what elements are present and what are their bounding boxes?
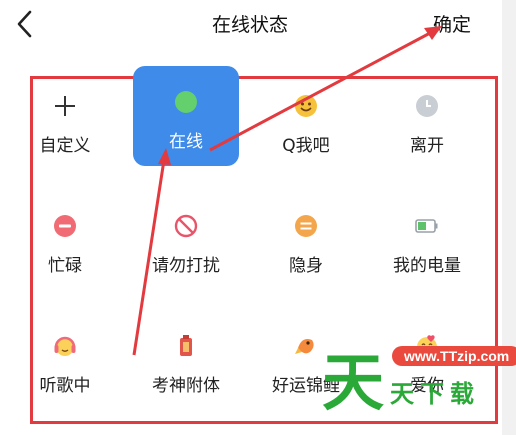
status-battery[interactable]: 我的电量 <box>374 190 480 290</box>
status-online[interactable]: 在线 <box>133 66 239 166</box>
watermark-url: www.TTzip.com <box>392 346 516 366</box>
battery-icon <box>415 214 439 238</box>
status-label: 离开 <box>410 136 444 156</box>
status-invisible[interactable]: 隐身 <box>253 190 359 290</box>
header-bar: 在线状态 确定 <box>0 0 500 52</box>
status-label: 请勿打扰 <box>152 256 220 276</box>
status-q-me[interactable]: Q我吧 <box>253 70 359 170</box>
headphones-icon <box>53 334 77 358</box>
do-not-disturb-icon <box>174 214 198 238</box>
status-custom[interactable]: 自定义 <box>12 70 118 170</box>
scroll-edge <box>502 0 516 435</box>
watermark-small: 天下载 <box>390 380 480 408</box>
status-exam-charm[interactable]: 考神附体 <box>133 310 239 410</box>
smiley-icon <box>294 94 318 118</box>
invisible-icon <box>294 214 318 238</box>
busy-icon <box>53 214 77 238</box>
green-dot-icon <box>174 90 198 114</box>
status-label: 忙碌 <box>48 256 82 276</box>
exam-charm-icon <box>174 334 198 358</box>
watermark-logo: 天 www.TTzip.com 天下载 <box>320 338 516 419</box>
page-title: 在线状态 <box>211 14 288 36</box>
status-label: 考神附体 <box>152 376 220 396</box>
status-label: 隐身 <box>289 256 323 276</box>
status-label: 在线 <box>169 132 203 152</box>
status-busy[interactable]: 忙碌 <box>12 190 118 290</box>
status-label: 自定义 <box>39 136 91 156</box>
status-label: Q我吧 <box>282 136 330 156</box>
status-label: 我的电量 <box>393 256 461 276</box>
confirm-button[interactable]: 确定 <box>433 10 471 37</box>
koi-icon <box>294 334 318 358</box>
status-label: 听歌中 <box>39 376 91 396</box>
status-away[interactable]: 离开 <box>374 70 480 170</box>
status-listening[interactable]: 听歌中 <box>12 310 118 410</box>
watermark-big: 天 <box>322 346 385 419</box>
status-do-not-disturb[interactable]: 请勿打扰 <box>133 190 239 290</box>
clock-icon <box>415 94 439 118</box>
plus-icon <box>53 94 77 118</box>
